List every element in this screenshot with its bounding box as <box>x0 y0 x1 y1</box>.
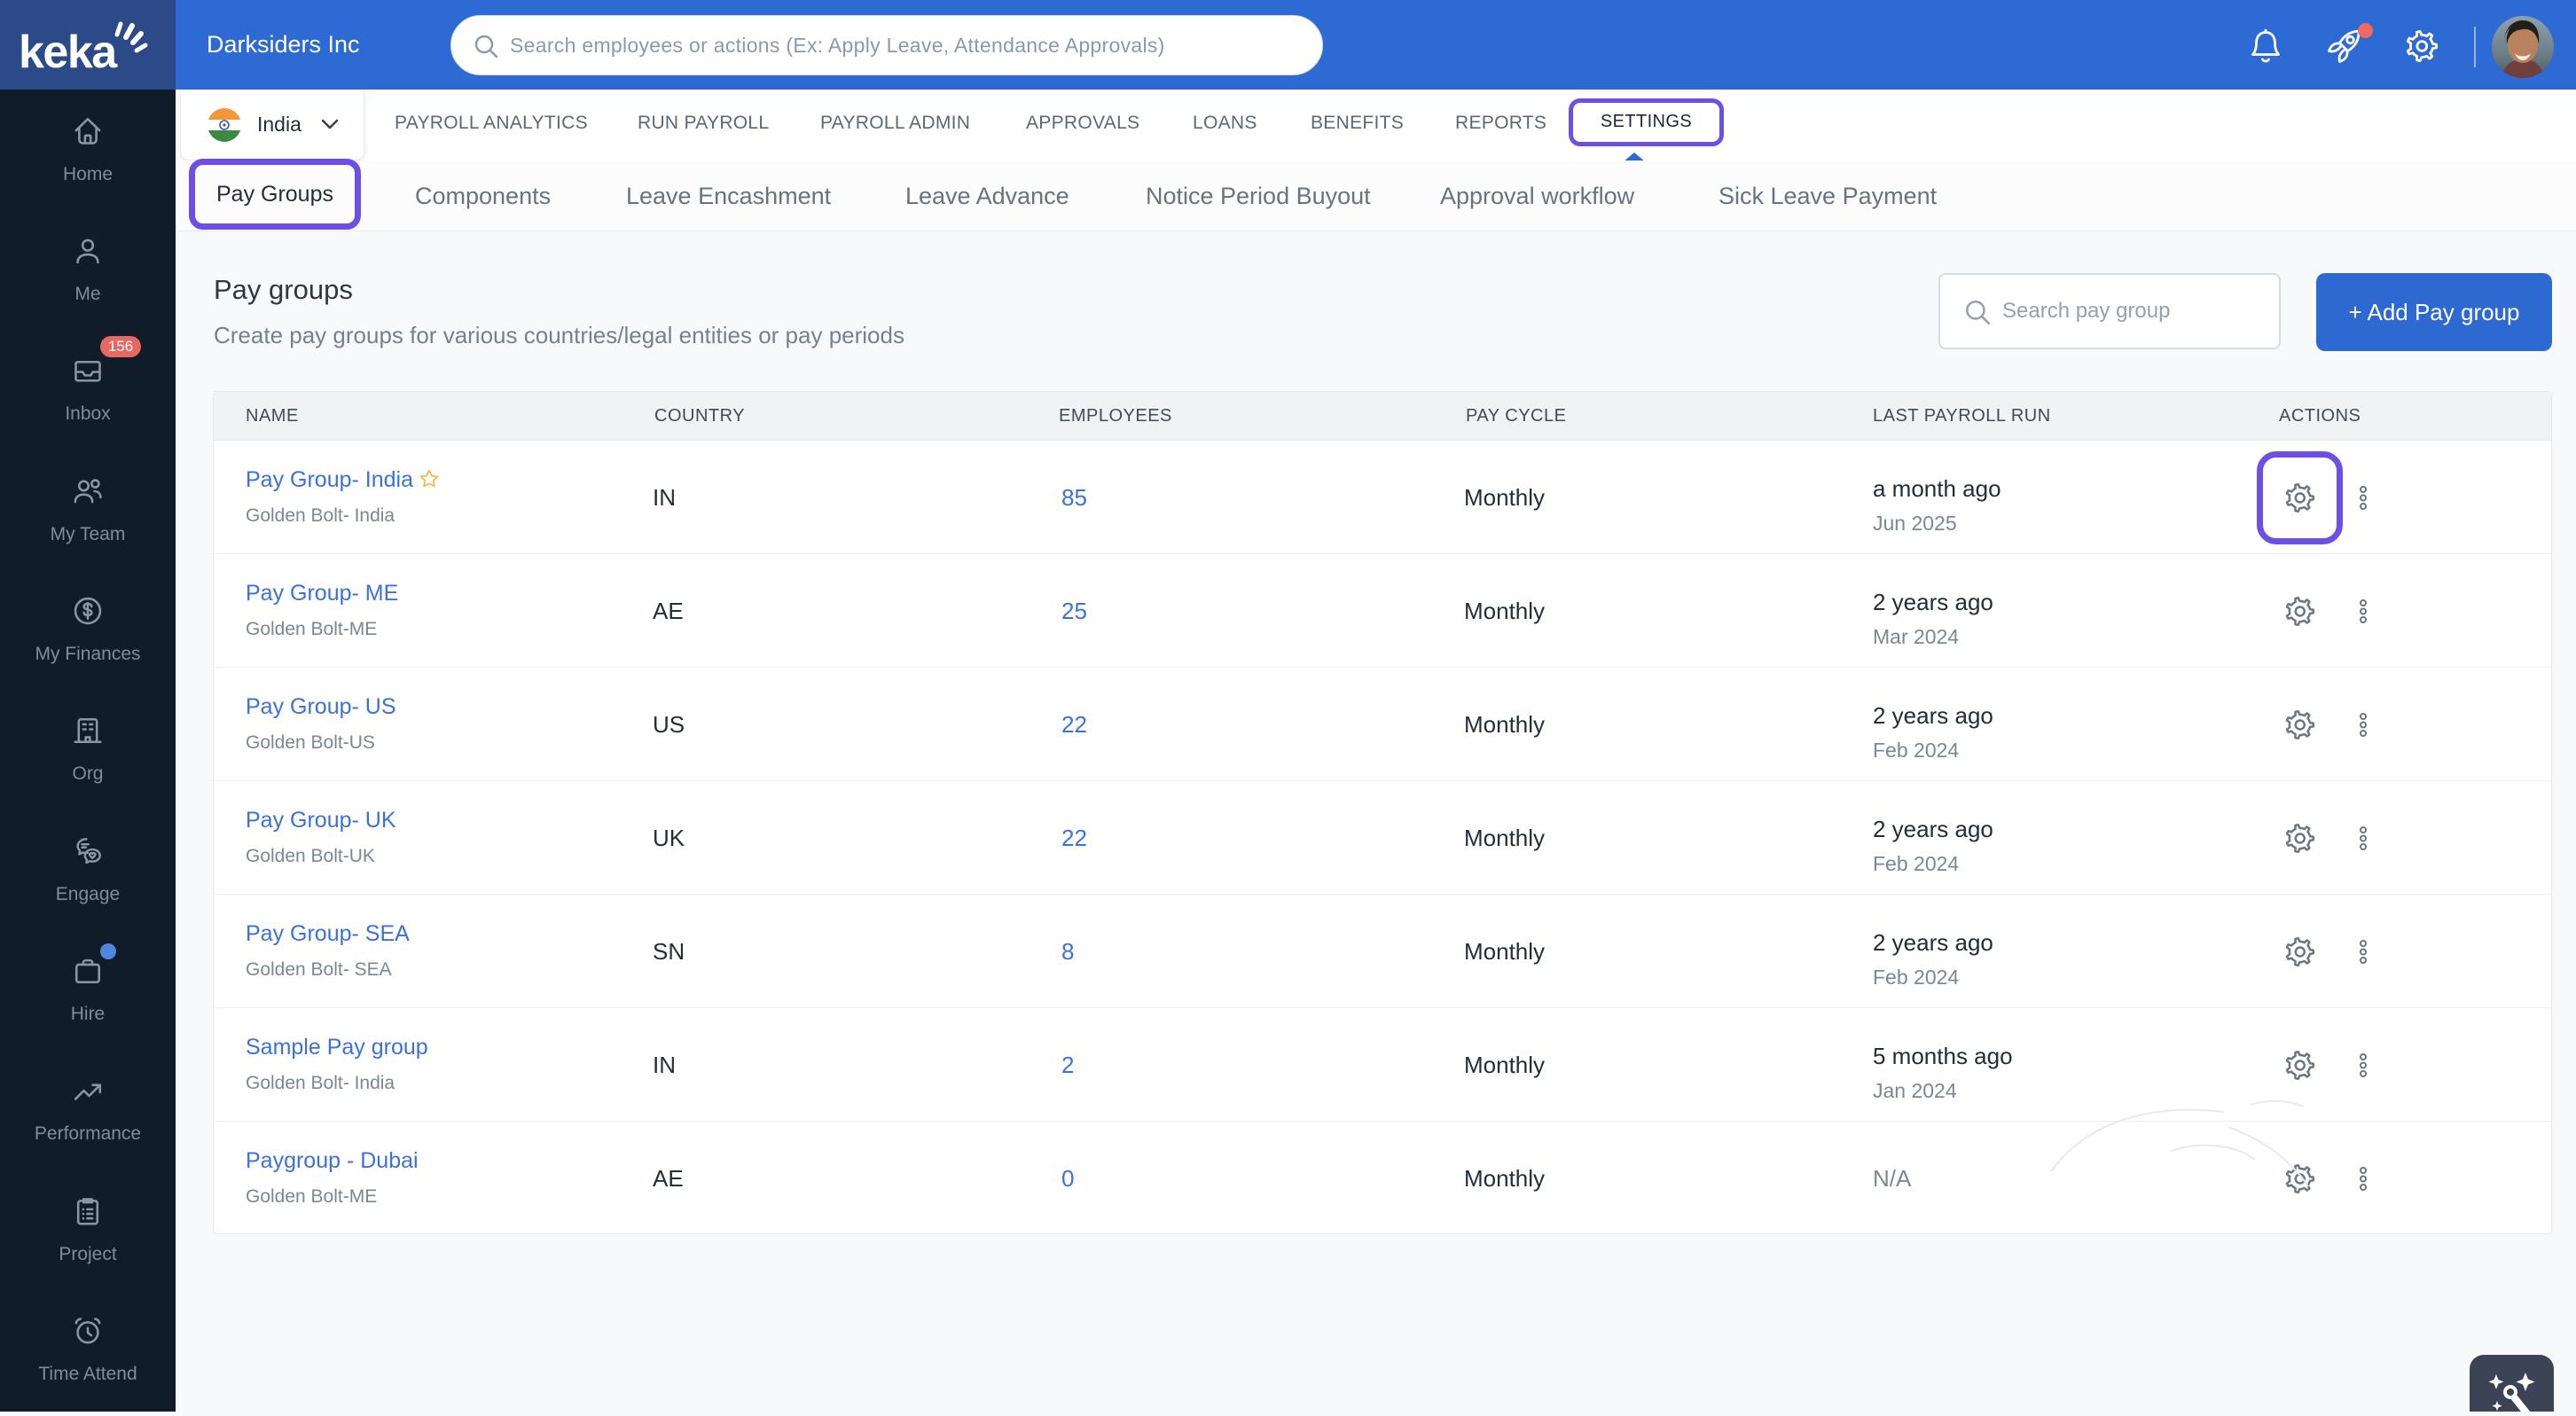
svg-text:keka: keka <box>19 27 118 78</box>
